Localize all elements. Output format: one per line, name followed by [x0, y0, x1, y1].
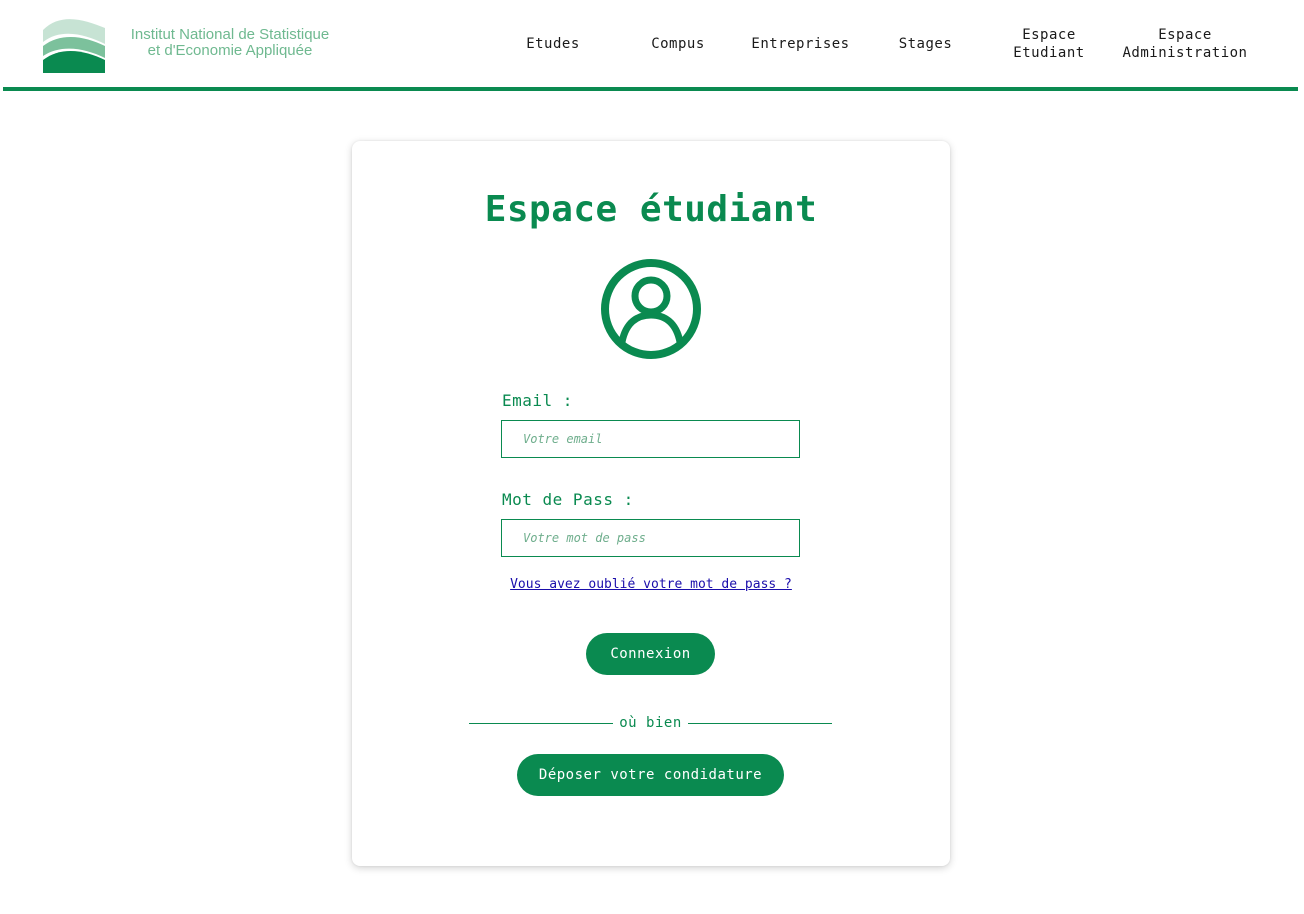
main-nav: Etudes Compus Entreprises Stages Espace … [3, 0, 1298, 87]
login-button[interactable]: Connexion [586, 633, 715, 675]
divider-text: où bien [619, 715, 682, 731]
forgot-password-link[interactable]: Vous avez oublié votre mot de pass ? [352, 577, 950, 592]
nav-entreprises[interactable]: Entreprises [743, 0, 858, 87]
site-header: Institut National de Statistique et d'Ec… [3, 0, 1298, 91]
email-label: Email : [502, 391, 573, 410]
nav-stages[interactable]: Stages [888, 0, 963, 87]
user-circle-icon [601, 259, 701, 359]
nav-espace-administration[interactable]: Espace Administration [1115, 0, 1255, 87]
nav-compus[interactable]: Compus [638, 0, 718, 87]
login-card: Espace étudiant Email : Mot de Pass : Vo… [352, 141, 950, 866]
apply-button[interactable]: Déposer votre condidature [517, 754, 784, 796]
page-title: Espace étudiant [484, 189, 818, 230]
email-field[interactable] [501, 420, 800, 458]
divider-line-left [469, 722, 614, 724]
nav-etudes[interactable]: Etudes [513, 0, 593, 87]
password-label: Mot de Pass : [502, 490, 634, 509]
password-field[interactable] [501, 519, 800, 557]
divider-line-right [687, 722, 833, 724]
or-divider: où bien [469, 713, 833, 733]
nav-espace-etudiant[interactable]: Espace Etudiant [999, 0, 1099, 87]
